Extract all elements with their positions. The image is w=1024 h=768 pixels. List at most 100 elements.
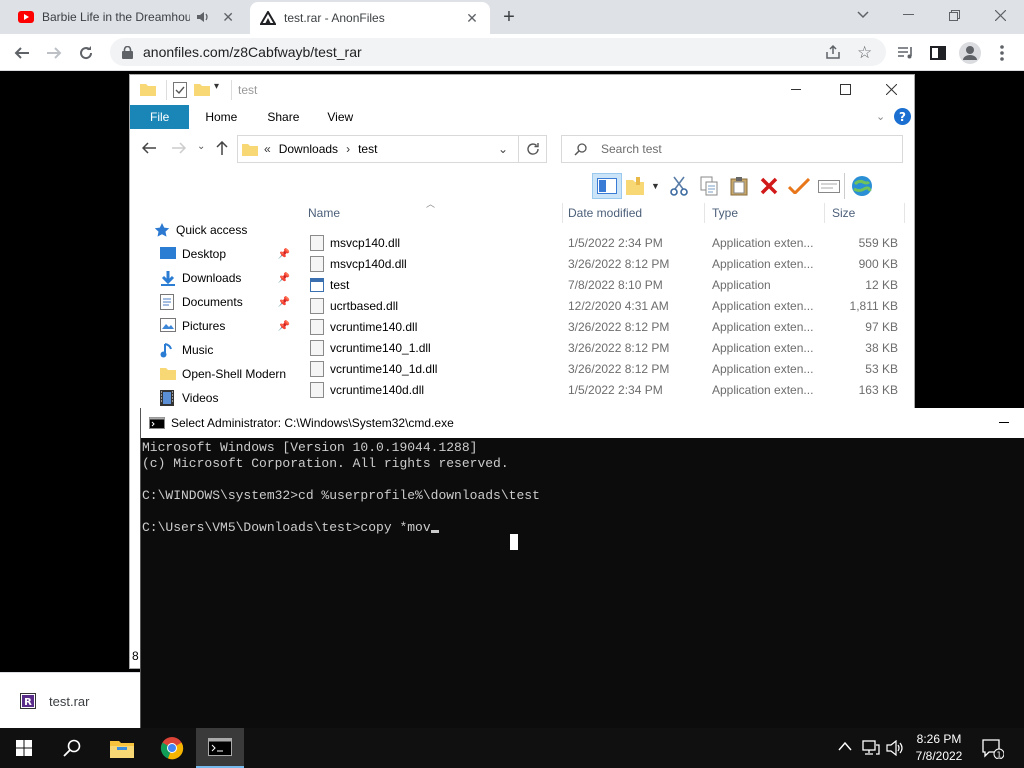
column-date-modified[interactable]: Date modified: [568, 201, 698, 225]
search-icon[interactable]: [48, 728, 96, 768]
bookmark-star-icon[interactable]: ☆: [857, 43, 872, 63]
column-name[interactable]: Name: [308, 201, 558, 225]
forward-arrow-icon[interactable]: [40, 39, 68, 67]
copy-icon[interactable]: [694, 173, 724, 199]
pin-icon[interactable]: 📌: [278, 321, 290, 332]
menu-kebab-icon[interactable]: [988, 39, 1016, 67]
properties-icon[interactable]: [814, 173, 844, 199]
svg-text:1: 1: [996, 751, 1001, 760]
tab-title: Barbie Life in the Dreamhouse: [42, 10, 191, 24]
reload-icon[interactable]: [72, 39, 100, 67]
profile-avatar-icon[interactable]: [956, 39, 984, 67]
breadcrumb-separator-icon[interactable]: ›: [346, 142, 350, 156]
forward-arrow-icon[interactable]: [172, 142, 186, 154]
help-icon[interactable]: ?: [894, 108, 911, 125]
address-dropdown-icon[interactable]: ⌄: [498, 142, 508, 156]
column-type[interactable]: Type: [712, 201, 822, 225]
restore-icon[interactable]: [931, 4, 977, 26]
delete-icon[interactable]: [754, 173, 784, 199]
media-control-icon[interactable]: [892, 39, 920, 67]
back-arrow-icon[interactable]: [142, 142, 156, 154]
cut-icon[interactable]: [664, 173, 694, 199]
side-panel-icon[interactable]: [924, 39, 952, 67]
nav-music[interactable]: Music: [160, 339, 290, 361]
file-row[interactable]: vcruntime140_1.dll 3/26/2022 8:12 PM App…: [300, 337, 906, 358]
properties-icon[interactable]: [173, 82, 187, 98]
speaker-icon[interactable]: [196, 11, 210, 23]
cmd-taskbar-icon[interactable]: [196, 728, 244, 768]
maximize-icon[interactable]: [833, 78, 857, 100]
lock-icon[interactable]: [122, 45, 133, 59]
new-folder-icon[interactable]: [194, 82, 210, 96]
notification-icon[interactable]: 1: [982, 739, 1004, 759]
tab-barbie[interactable]: Barbie Life in the Dreamhouse ✕: [8, 0, 246, 34]
globe-icon[interactable]: [844, 173, 878, 199]
tab-share[interactable]: Share: [253, 105, 313, 129]
new-tab-button[interactable]: +: [498, 6, 520, 28]
search-input[interactable]: Search test: [561, 135, 903, 163]
file-size: 53 KB: [865, 361, 898, 376]
recent-locations-icon[interactable]: ⌄: [197, 141, 205, 152]
close-icon[interactable]: [879, 78, 903, 100]
nav-desktop[interactable]: Desktop 📌: [160, 243, 290, 265]
close-tab-icon[interactable]: ✕: [220, 9, 236, 25]
file-row[interactable]: msvcp140d.dll 3/26/2022 8:12 PM Applicat…: [300, 253, 906, 274]
tab-home[interactable]: Home: [189, 105, 253, 129]
network-icon[interactable]: [862, 740, 880, 756]
file-row[interactable]: ucrtbased.dll 12/2/2020 4:31 AM Applicat…: [300, 295, 906, 316]
minimize-icon[interactable]: [999, 422, 1009, 423]
file-list: msvcp140.dll 1/5/2022 2:34 PM Applicatio…: [300, 232, 906, 402]
column-size[interactable]: Size: [832, 201, 892, 225]
nav-documents[interactable]: Documents 📌: [160, 291, 290, 313]
close-tab-icon[interactable]: ✕: [464, 10, 480, 26]
breadcrumb-test[interactable]: test: [358, 142, 377, 156]
file-explorer-taskbar-icon[interactable]: [98, 728, 146, 768]
console-input-line[interactable]: C:\Users\VM5\Downloads\test>copy *mov: [142, 520, 431, 535]
tab-view[interactable]: View: [313, 105, 367, 129]
preview-pane-icon[interactable]: [592, 173, 622, 199]
minimize-icon[interactable]: [784, 78, 808, 100]
nav-quick-access[interactable]: Quick access: [154, 219, 284, 241]
address-bar[interactable]: anonfiles.com/z8Cabfwayb/test_rar ☆: [110, 38, 886, 66]
share-icon[interactable]: [825, 44, 841, 60]
nav-open-shell[interactable]: Open-Shell Modern: [160, 363, 300, 385]
file-row[interactable]: test 7/8/2022 8:10 PM Application 12 KB: [300, 274, 906, 295]
breadcrumb-overflow[interactable]: «: [264, 142, 271, 156]
refresh-icon[interactable]: [526, 142, 540, 156]
volume-icon[interactable]: [886, 740, 904, 756]
minimize-icon[interactable]: [885, 4, 931, 26]
quick-access-toolbar-dropdown-icon[interactable]: ▾: [214, 81, 219, 92]
file-row[interactable]: vcruntime140d.dll 1/5/2022 2:34 PM Appli…: [300, 379, 906, 400]
chrome-icon[interactable]: [148, 728, 196, 768]
pin-icon[interactable]: 📌: [278, 273, 290, 284]
ribbon-expand-icon[interactable]: ⌄: [876, 110, 885, 123]
cmd-title: Select Administrator: C:\Windows\System3…: [171, 416, 454, 430]
close-window-icon[interactable]: [977, 4, 1023, 26]
file-row[interactable]: vcruntime140_1d.dll 3/26/2022 8:12 PM Ap…: [300, 358, 906, 379]
nav-videos[interactable]: Videos: [160, 387, 290, 409]
console-output[interactable]: Microsoft Windows [Version 10.0.19044.12…: [142, 440, 1024, 728]
pin-icon[interactable]: 📌: [278, 297, 290, 308]
file-row[interactable]: msvcp140.dll 1/5/2022 2:34 PM Applicatio…: [300, 232, 906, 253]
download-item[interactable]: R test.rar: [20, 691, 89, 711]
file-row[interactable]: vcruntime140.dll 3/26/2022 8:12 PM Appli…: [300, 316, 906, 337]
tab-anonfiles[interactable]: test.rar - AnonFiles ✕: [250, 2, 490, 34]
pin-icon[interactable]: 📌: [278, 249, 290, 260]
breadcrumb-downloads[interactable]: Downloads: [279, 142, 338, 156]
back-arrow-icon[interactable]: [8, 39, 36, 67]
breadcrumb[interactable]: « Downloads › test ⌄: [237, 135, 547, 163]
dll-file-icon: [310, 234, 324, 251]
new-folder-dropdown-icon[interactable]: ▼: [622, 173, 664, 199]
star-icon: [154, 222, 170, 238]
clock[interactable]: 8:26 PM 7/8/2022: [908, 731, 970, 765]
pictures-icon: [160, 318, 176, 334]
show-hidden-icons-chevron-icon[interactable]: [838, 741, 852, 751]
tab-file[interactable]: File: [130, 105, 190, 129]
tab-search-icon[interactable]: [840, 4, 886, 26]
up-arrow-icon[interactable]: [216, 141, 228, 155]
nav-pictures[interactable]: Pictures 📌: [160, 315, 290, 337]
paste-icon[interactable]: [724, 173, 754, 199]
nav-downloads[interactable]: Downloads 📌: [160, 267, 290, 289]
rename-check-icon[interactable]: [784, 173, 814, 199]
start-windows-icon[interactable]: [0, 728, 48, 768]
